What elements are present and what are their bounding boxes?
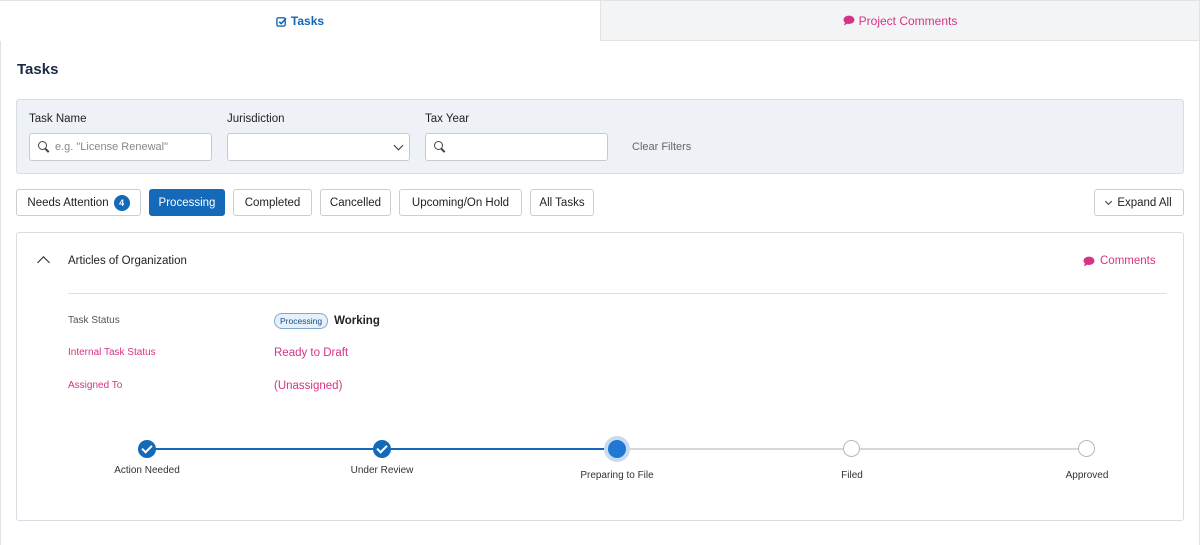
step-node-approved[interactable] — [1078, 440, 1095, 457]
step-label-filed: Filed — [841, 470, 863, 481]
assigned-to-label: Assigned To — [68, 380, 123, 391]
step-node-preparing-to-file[interactable] — [608, 440, 626, 458]
stepper-line-4 — [852, 448, 1087, 450]
jurisdiction-select[interactable] — [227, 133, 410, 161]
status-upcoming-label: Upcoming/On Hold — [411, 196, 510, 209]
chevron-up-icon[interactable] — [37, 256, 50, 269]
step-label-approved: Approved — [1065, 470, 1109, 481]
internal-task-status-value[interactable]: Ready to Draft — [274, 347, 348, 359]
comment-icon — [843, 15, 855, 26]
task-card: Articles of Organization Comments Task S… — [16, 232, 1184, 521]
step-node-filed[interactable] — [843, 440, 860, 457]
status-all-tasks-button[interactable]: All Tasks — [530, 189, 594, 216]
task-status-label: Task Status — [68, 315, 120, 326]
status-upcoming-on-hold-button[interactable]: Upcoming/On Hold — [399, 189, 522, 216]
stepper-line-2 — [382, 448, 617, 450]
status-needs-attention-label: Needs Attention — [27, 196, 109, 209]
jurisdiction-label: Jurisdiction — [227, 113, 285, 125]
status-cancelled-button[interactable]: Cancelled — [320, 189, 391, 216]
tax-year-label: Tax Year — [425, 113, 470, 125]
tab-bar: Tasks Project Comments — [0, 0, 1200, 41]
tax-year-input[interactable] — [425, 133, 608, 161]
progress-stepper: Action Needed Under Review Preparing to … — [17, 233, 1185, 522]
needs-attention-count-badge: 4 — [113, 194, 130, 211]
task-title: Articles of Organization — [68, 255, 187, 267]
step-label-action-needed: Action Needed — [114, 465, 180, 476]
task-name-placeholder: e.g. "License Renewal" — [55, 141, 168, 153]
filter-panel: Task Name e.g. "License Renewal" Jurisdi… — [16, 99, 1184, 174]
expand-all-button[interactable]: Expand All — [1094, 189, 1184, 216]
status-needs-attention-button[interactable]: Needs Attention 4 — [16, 189, 141, 216]
search-icon — [434, 141, 446, 153]
status-pill: Processing — [274, 313, 329, 329]
task-status-value: Processing Working — [274, 313, 380, 329]
task-name-label: Task Name — [29, 113, 87, 125]
status-processing-button[interactable]: Processing — [149, 189, 225, 216]
tab-tasks-label: Tasks — [290, 14, 325, 28]
status-completed-button[interactable]: Completed — [233, 189, 312, 216]
expand-all-label: Expand All — [1117, 196, 1172, 209]
status-all-tasks-label: All Tasks — [539, 196, 585, 209]
assigned-to-value[interactable]: (Unassigned) — [274, 380, 342, 392]
stepper-line-1 — [147, 448, 382, 450]
status-completed-label: Completed — [244, 196, 301, 209]
clear-filters-link[interactable]: Clear Filters — [632, 141, 691, 153]
chevron-down-icon — [393, 140, 404, 151]
tab-project-comments-label: Project Comments — [858, 13, 958, 28]
check-square-icon — [276, 16, 287, 27]
page-title: Tasks — [17, 61, 59, 78]
task-comments-label: Comments — [1100, 255, 1156, 267]
internal-task-status-label: Internal Task Status — [68, 347, 156, 358]
comment-icon — [1083, 256, 1095, 266]
status-cancelled-label: Cancelled — [329, 196, 382, 209]
step-node-action-needed[interactable] — [138, 440, 156, 458]
divider — [68, 293, 1167, 294]
tab-project-comments[interactable]: Project Comments — [600, 0, 1200, 41]
step-node-under-review[interactable] — [373, 440, 391, 458]
stepper-line-3 — [617, 448, 852, 450]
search-icon — [38, 141, 50, 153]
step-label-preparing-to-file: Preparing to File — [580, 470, 654, 481]
task-status-text: Working — [334, 315, 380, 327]
chevron-down-icon — [1105, 197, 1113, 205]
task-comments-link[interactable]: Comments — [1083, 255, 1156, 267]
task-name-input[interactable]: e.g. "License Renewal" — [29, 133, 212, 161]
tab-tasks[interactable]: Tasks — [0, 0, 600, 41]
step-label-under-review: Under Review — [350, 465, 414, 476]
status-processing-label: Processing — [158, 196, 216, 209]
